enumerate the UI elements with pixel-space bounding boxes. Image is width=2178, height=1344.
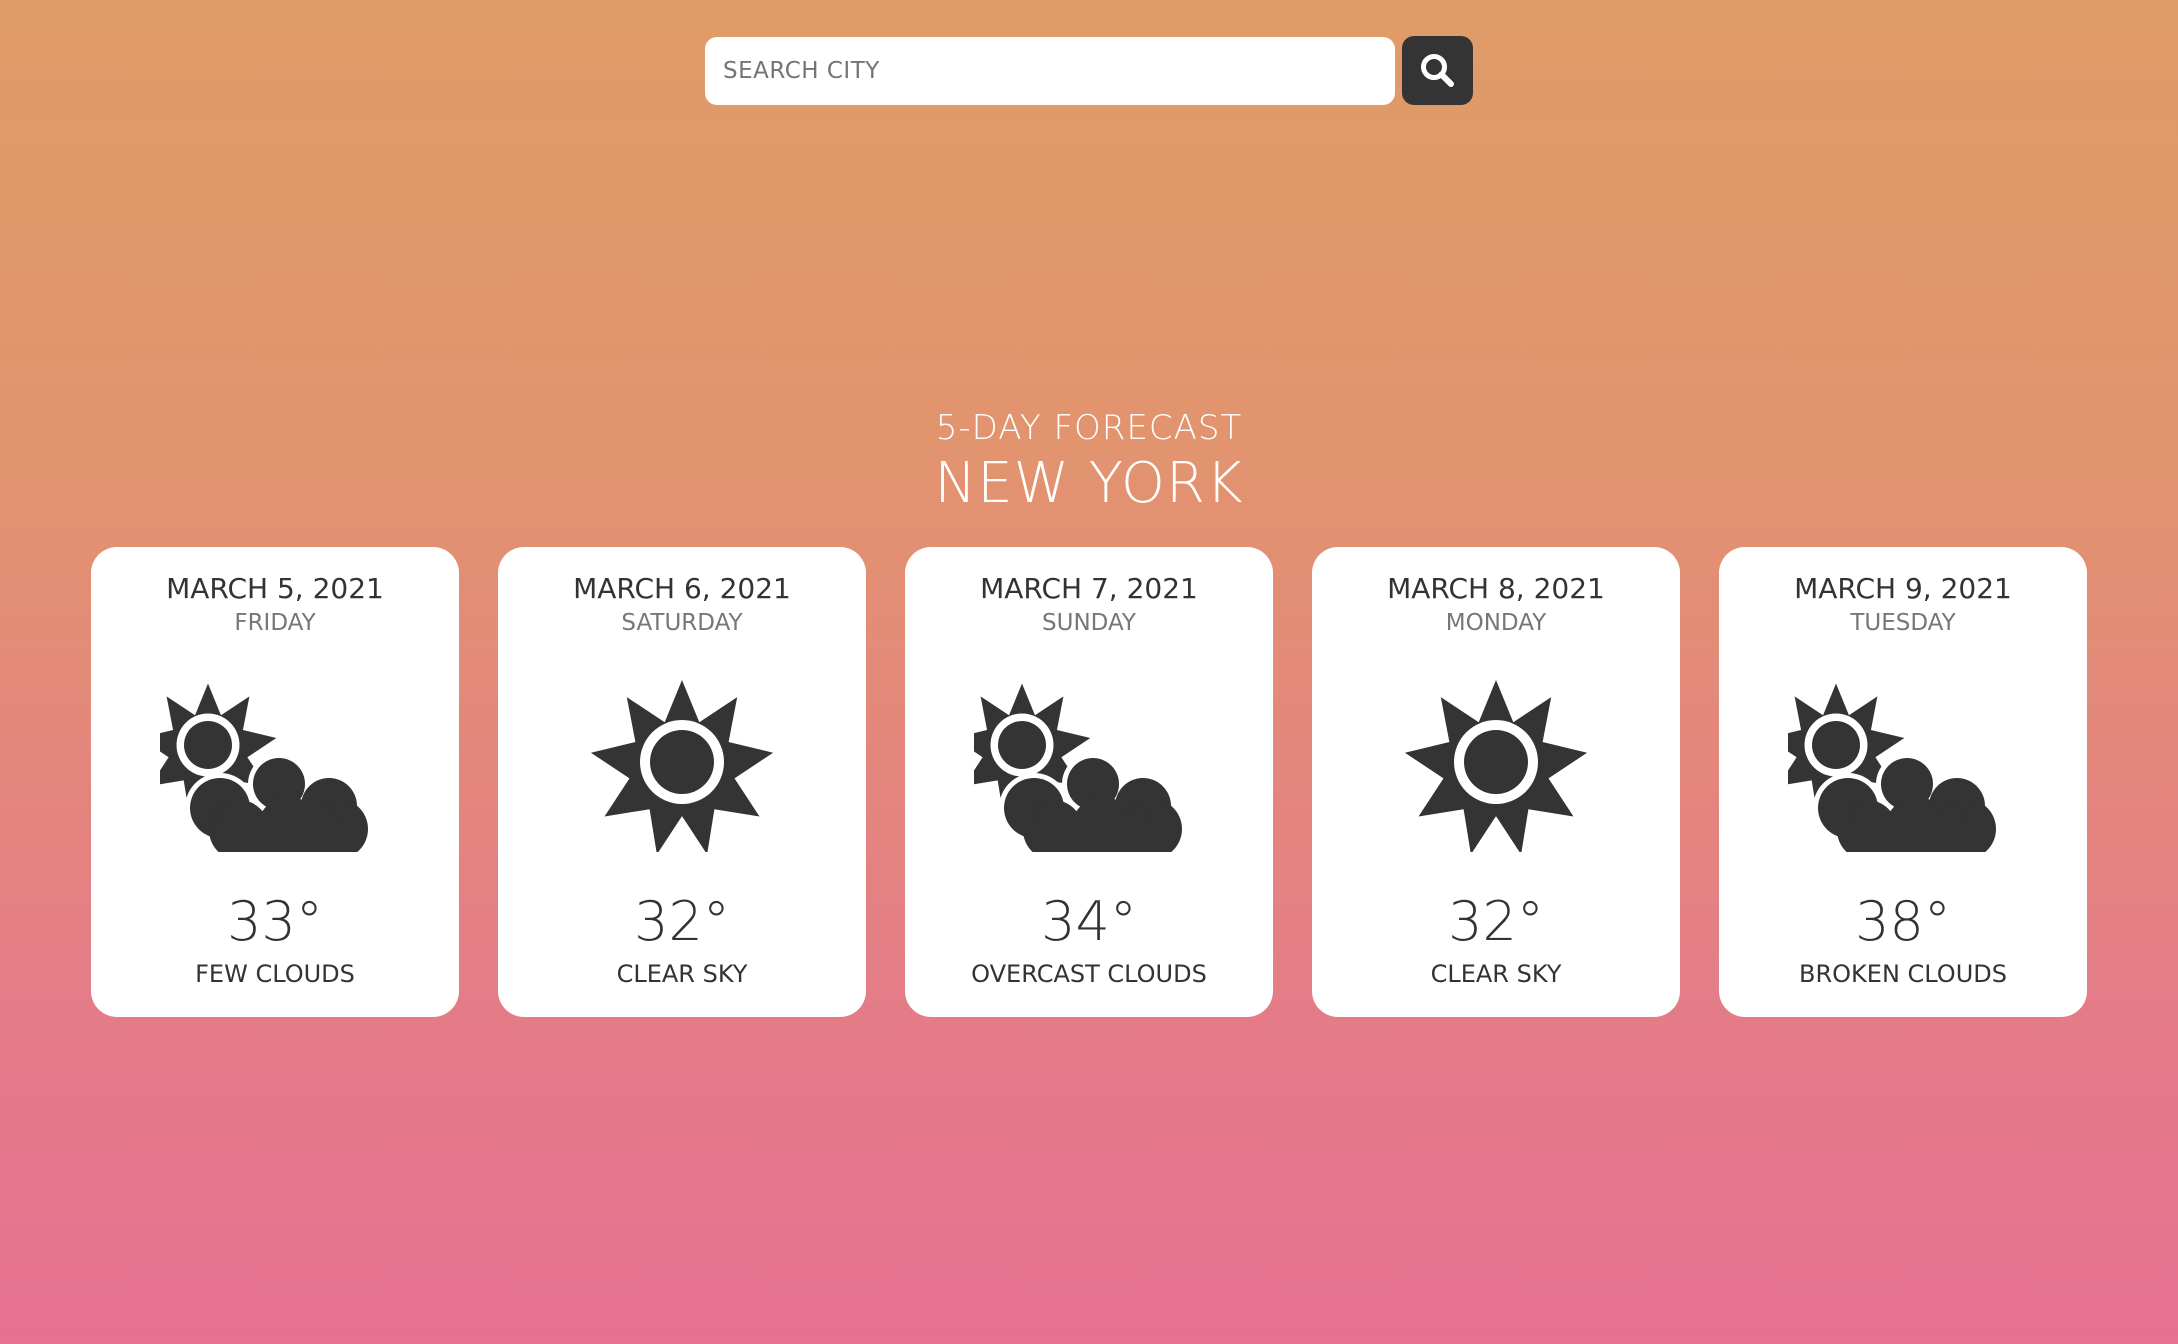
forecast-condition: BROKEN CLOUDS	[1799, 960, 2007, 988]
forecast-card: MARCH 9, 2021 TUESDAY 38° BROKEN CLOUDS	[1719, 547, 2087, 1017]
forecast-weekday: SATURDAY	[621, 610, 743, 636]
forecast-card: MARCH 6, 2021 SATURDAY 32° CLEAR SKY	[498, 547, 866, 1017]
forecast-date: MARCH 8, 2021	[1387, 572, 1605, 605]
forecast-weekday: FRIDAY	[234, 610, 316, 636]
forecast-weekday: SUNDAY	[1042, 610, 1136, 636]
forecast-date: MARCH 9, 2021	[1794, 572, 2012, 605]
forecast-weekday: TUESDAY	[1850, 610, 1956, 636]
forecast-condition: CLEAR SKY	[616, 960, 748, 988]
forecast-card: MARCH 7, 2021 SUNDAY 34° OVERCAST CLOUDS	[905, 547, 1273, 1017]
forecast-card: MARCH 5, 2021 FRIDAY 33° FEW CLOUDS	[91, 547, 459, 1017]
forecast-date: MARCH 5, 2021	[166, 572, 384, 605]
sun-behind-cloud-icon	[160, 672, 390, 852]
search-button[interactable]	[1402, 36, 1473, 105]
sun-icon	[1404, 680, 1588, 852]
sun-behind-cloud-icon	[1788, 672, 2018, 852]
sun-behind-cloud-icon	[974, 672, 1204, 852]
forecast-temperature: 32°	[1448, 890, 1544, 953]
forecast-temperature: 33°	[227, 890, 323, 953]
forecast-temperature: 38°	[1855, 890, 1951, 953]
search-input[interactable]	[705, 37, 1395, 105]
forecast-condition: CLEAR SKY	[1430, 960, 1562, 988]
forecast-weekday: MONDAY	[1445, 610, 1547, 636]
city-name: NEW YORK	[934, 451, 1244, 516]
forecast-condition: FEW CLOUDS	[195, 960, 355, 988]
sun-icon	[590, 680, 774, 852]
forecast-date: MARCH 7, 2021	[980, 572, 1198, 605]
forecast-temperature: 34°	[1041, 890, 1137, 953]
search-icon	[1420, 53, 1454, 87]
forecast-subtitle: 5-DAY FORECAST	[935, 408, 1243, 448]
forecast-condition: OVERCAST CLOUDS	[971, 960, 1207, 988]
forecast-card: MARCH 8, 2021 MONDAY 32° CLEAR SKY	[1312, 547, 1680, 1017]
forecast-temperature: 32°	[634, 890, 730, 953]
forecast-date: MARCH 6, 2021	[573, 572, 791, 605]
